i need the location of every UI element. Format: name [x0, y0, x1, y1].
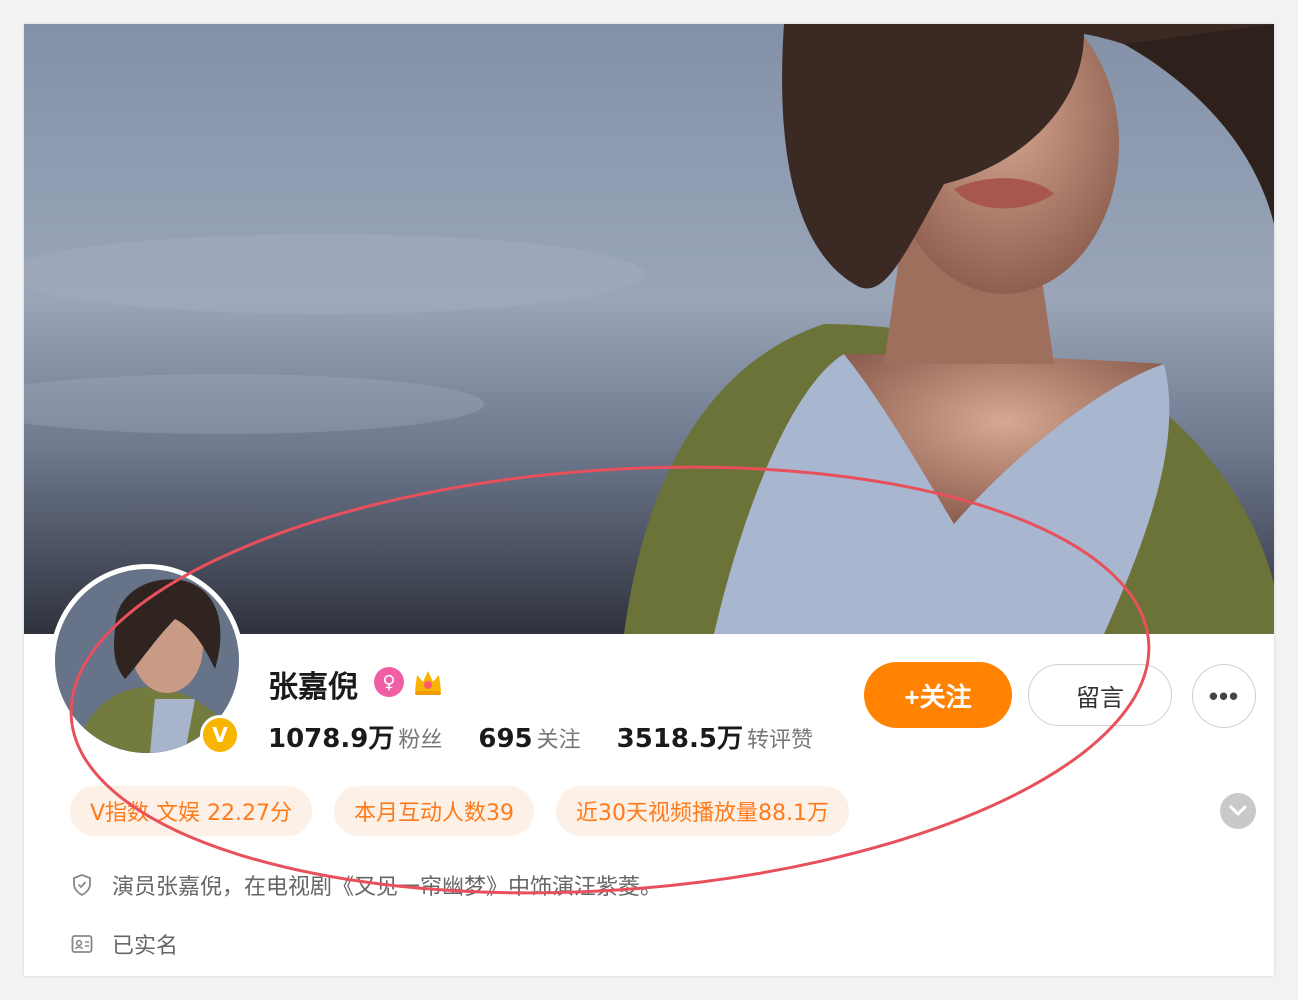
stat-followers[interactable]: 1078.9万 粉丝 — [268, 718, 442, 755]
verification-text: 已实名 — [112, 934, 179, 959]
profile-card: V 张嘉倪 ♀ 1078.9万 粉丝 695 关注 3518.5万 转评赞 +关… — [24, 24, 1274, 976]
stat-value: 695 — [478, 724, 533, 754]
female-icon: ♀ — [374, 667, 404, 697]
tag-list: V指数 文娱 22.27分 本月互动人数39 近30天视频播放量88.1万 — [70, 786, 871, 836]
cover-photo — [24, 24, 1274, 634]
profile-stats: 1078.9万 粉丝 695 关注 3518.5万 转评赞 — [268, 718, 849, 755]
message-button[interactable]: 留言 — [1028, 664, 1172, 726]
stat-following[interactable]: 695 关注 — [478, 722, 580, 754]
profile-name: 张嘉倪 — [268, 670, 358, 705]
bio-text: 演员张嘉倪，在电视剧《又见一帘幽梦》中饰演汪紫菱。 — [112, 875, 663, 900]
stat-label: 粉丝 — [398, 728, 443, 753]
stat-value: 3518.5万 — [616, 724, 743, 754]
follow-button[interactable]: +关注 — [864, 662, 1012, 728]
tag-v-index[interactable]: V指数 文娱 22.27分 — [70, 786, 313, 836]
id-card-icon — [71, 935, 93, 953]
stat-reposts-likes[interactable]: 3518.5万 转评赞 — [617, 718, 813, 755]
verified-badge: V — [200, 715, 240, 755]
chevron-down-icon — [1229, 805, 1247, 816]
stat-value: 1078.9万 — [268, 724, 395, 754]
verification-row: 已实名 — [70, 928, 178, 960]
tag-monthly-interactions[interactable]: 本月互动人数39 — [334, 786, 535, 836]
stat-label: 关注 — [536, 728, 581, 753]
more-options-button[interactable]: ••• — [1192, 664, 1256, 728]
bio-row: 演员张嘉倪，在电视剧《又见一帘幽梦》中饰演汪紫菱。 — [70, 869, 662, 901]
expand-button[interactable] — [1220, 793, 1256, 829]
tag-video-views[interactable]: 近30天视频播放量88.1万 — [556, 786, 850, 836]
shield-icon — [73, 874, 91, 897]
crown-icon — [415, 671, 441, 695]
cover-photo-art — [24, 24, 1274, 634]
stat-label: 转评赞 — [747, 728, 814, 753]
